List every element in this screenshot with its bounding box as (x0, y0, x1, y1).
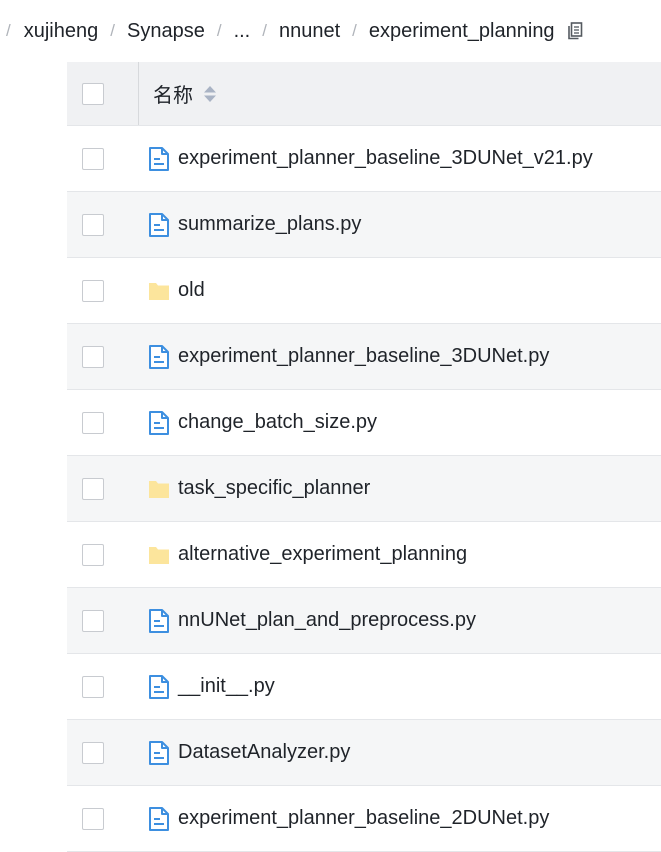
file-name-link[interactable]: experiment_planner_baseline_3DUNet.py (178, 345, 549, 368)
folder-name-link[interactable]: task_specific_planner (178, 477, 370, 500)
row-checkbox[interactable] (82, 213, 104, 236)
file-icon (148, 608, 170, 633)
table-row[interactable]: DatasetAnalyzer.py (67, 720, 661, 786)
file-name-link[interactable]: change_batch_size.py (178, 411, 377, 434)
file-name-link[interactable]: experiment_planner_baseline_3DUNet_v21.p… (178, 147, 593, 170)
row-checkbox[interactable] (82, 279, 104, 302)
name-cell: task_specific_planner (139, 477, 370, 501)
name-cell: __init__.py (139, 674, 275, 699)
breadcrumb-item-nnunet[interactable]: nnunet (279, 20, 340, 43)
row-checkbox-cell (67, 456, 139, 521)
sort-icon[interactable] (203, 83, 217, 105)
file-icon (148, 344, 170, 369)
row-checkbox[interactable] (82, 807, 104, 830)
name-cell: nnUNet_plan_and_preprocess.py (139, 608, 476, 633)
file-name-link[interactable]: DatasetAnalyzer.py (178, 741, 350, 764)
breadcrumb-separator: / (6, 21, 11, 40)
table-row[interactable]: old (67, 258, 661, 324)
file-icon (148, 740, 170, 765)
file-name-link[interactable]: summarize_plans.py (178, 213, 361, 236)
table-row[interactable]: experiment_planner_baseline_2DUNet.py (67, 786, 661, 852)
breadcrumb-separator: / (216, 21, 222, 40)
header-checkbox-cell (67, 62, 139, 125)
file-icon (148, 806, 170, 831)
file-icon (148, 212, 170, 237)
file-icon (148, 146, 170, 171)
name-cell: old (139, 279, 205, 303)
breadcrumb-item-repo[interactable]: Synapse (127, 20, 205, 43)
folder-icon (148, 543, 170, 567)
row-checkbox-cell (67, 192, 139, 257)
table-row[interactable]: summarize_plans.py (67, 192, 661, 258)
row-checkbox-cell (67, 324, 139, 389)
folder-name-link[interactable]: old (178, 279, 205, 302)
breadcrumb-item-ellipsis[interactable]: ... (234, 20, 251, 43)
breadcrumb: / xujiheng / Synapse / ... / nnunet / ex… (0, 0, 661, 62)
name-cell: experiment_planner_baseline_3DUNet_v21.p… (139, 146, 593, 171)
name-cell: DatasetAnalyzer.py (139, 740, 350, 765)
folder-icon (148, 279, 170, 303)
breadcrumb-separator: / (110, 21, 115, 40)
breadcrumb-item-owner[interactable]: xujiheng (24, 20, 99, 43)
row-checkbox-cell (67, 390, 139, 455)
file-table: 名称 experiment_planner_baseline_3DUNet_v2… (67, 62, 661, 852)
table-row[interactable]: __init__.py (67, 654, 661, 720)
row-checkbox[interactable] (82, 543, 104, 566)
row-checkbox[interactable] (82, 741, 104, 764)
name-cell: change_batch_size.py (139, 410, 377, 435)
name-cell: experiment_planner_baseline_2DUNet.py (139, 806, 549, 831)
file-icon (148, 410, 170, 435)
table-body: experiment_planner_baseline_3DUNet_v21.p… (67, 126, 661, 852)
file-name-link[interactable]: __init__.py (178, 675, 275, 698)
row-checkbox[interactable] (82, 675, 104, 698)
file-name-link[interactable]: experiment_planner_baseline_2DUNet.py (178, 807, 549, 830)
table-row[interactable]: alternative_experiment_planning (67, 522, 661, 588)
table-row[interactable]: experiment_planner_baseline_3DUNet_v21.p… (67, 126, 661, 192)
row-checkbox[interactable] (82, 609, 104, 632)
table-row[interactable]: nnUNet_plan_and_preprocess.py (67, 588, 661, 654)
row-checkbox-cell (67, 654, 139, 719)
name-cell: experiment_planner_baseline_3DUNet.py (139, 344, 549, 369)
table-header: 名称 (67, 62, 661, 126)
folder-icon (148, 477, 170, 501)
select-all-checkbox[interactable] (82, 82, 104, 105)
row-checkbox-cell (67, 588, 139, 653)
row-checkbox[interactable] (82, 477, 104, 500)
table-row[interactable]: task_specific_planner (67, 456, 661, 522)
name-cell: summarize_plans.py (139, 212, 361, 237)
row-checkbox-cell (67, 720, 139, 785)
row-checkbox-cell (67, 786, 139, 851)
folder-name-link[interactable]: alternative_experiment_planning (178, 543, 467, 566)
name-cell: alternative_experiment_planning (139, 543, 467, 567)
file-name-link[interactable]: nnUNet_plan_and_preprocess.py (178, 609, 476, 632)
row-checkbox-cell (67, 126, 139, 191)
breadcrumb-separator: / (352, 21, 357, 40)
breadcrumb-separator: / (262, 21, 267, 40)
file-icon (148, 674, 170, 699)
row-checkbox[interactable] (82, 345, 104, 368)
row-checkbox[interactable] (82, 147, 104, 170)
table-row[interactable]: change_batch_size.py (67, 390, 661, 456)
name-column-header[interactable]: 名称 (139, 79, 217, 108)
copy-icon[interactable] (567, 22, 583, 40)
breadcrumb-item-current: experiment_planning (368, 19, 555, 42)
table-row[interactable]: experiment_planner_baseline_3DUNet.py (67, 324, 661, 390)
name-column-label: 名称 (153, 85, 193, 107)
row-checkbox[interactable] (82, 411, 104, 434)
row-checkbox-cell (67, 522, 139, 587)
row-checkbox-cell (67, 258, 139, 323)
